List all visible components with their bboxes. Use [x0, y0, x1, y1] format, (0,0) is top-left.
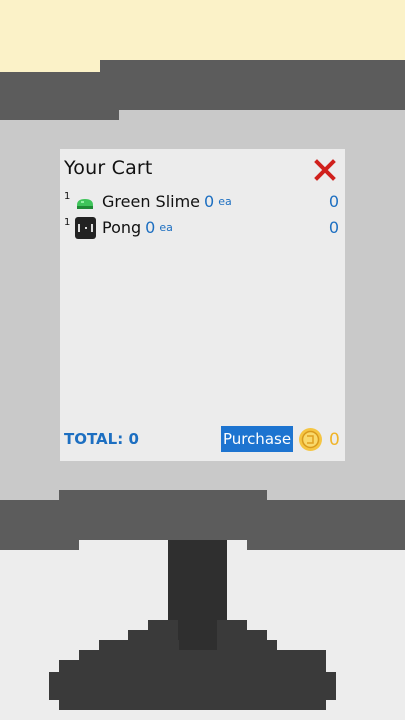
purchase-button[interactable]: Purchase: [221, 426, 293, 452]
close-icon: [314, 159, 336, 181]
background-base: [49, 672, 336, 700]
item-name: Pong: [102, 218, 142, 237]
background-panel: [119, 110, 405, 120]
cart-total: TOTAL: 0: [64, 430, 139, 448]
item-name: Green Slime: [102, 192, 201, 211]
background-roof: [0, 72, 100, 112]
coin-balance: 0: [329, 430, 340, 450]
green-slime-icon: [77, 199, 93, 209]
item-unit: ea: [159, 221, 173, 234]
item-price: 0: [204, 192, 215, 211]
background-base: [59, 660, 326, 672]
background-ledge: [0, 500, 405, 540]
close-button[interactable]: [313, 158, 337, 182]
cart-title: Your Cart: [64, 157, 153, 179]
cart-item-row: 1 Green Slime 0 ea 0: [64, 191, 341, 213]
item-quantity: 1: [64, 191, 71, 202]
item-unit: ea: [218, 195, 232, 208]
coin-icon: [299, 428, 322, 451]
background-roof: [100, 60, 405, 110]
pong-icon: [75, 217, 96, 239]
background-roof: [0, 110, 119, 120]
item-quantity: 1: [64, 217, 71, 228]
item-price: 0: [145, 218, 156, 237]
item-total: 0: [328, 218, 339, 237]
background-ledge: [0, 540, 79, 550]
item-total: 0: [328, 192, 339, 211]
cart-item-row: 1 Pong 0 ea 0: [64, 217, 341, 239]
background-ledge: [247, 540, 405, 550]
background-base: [79, 650, 326, 660]
background-ledge: [59, 490, 267, 500]
background-base: [59, 700, 326, 710]
